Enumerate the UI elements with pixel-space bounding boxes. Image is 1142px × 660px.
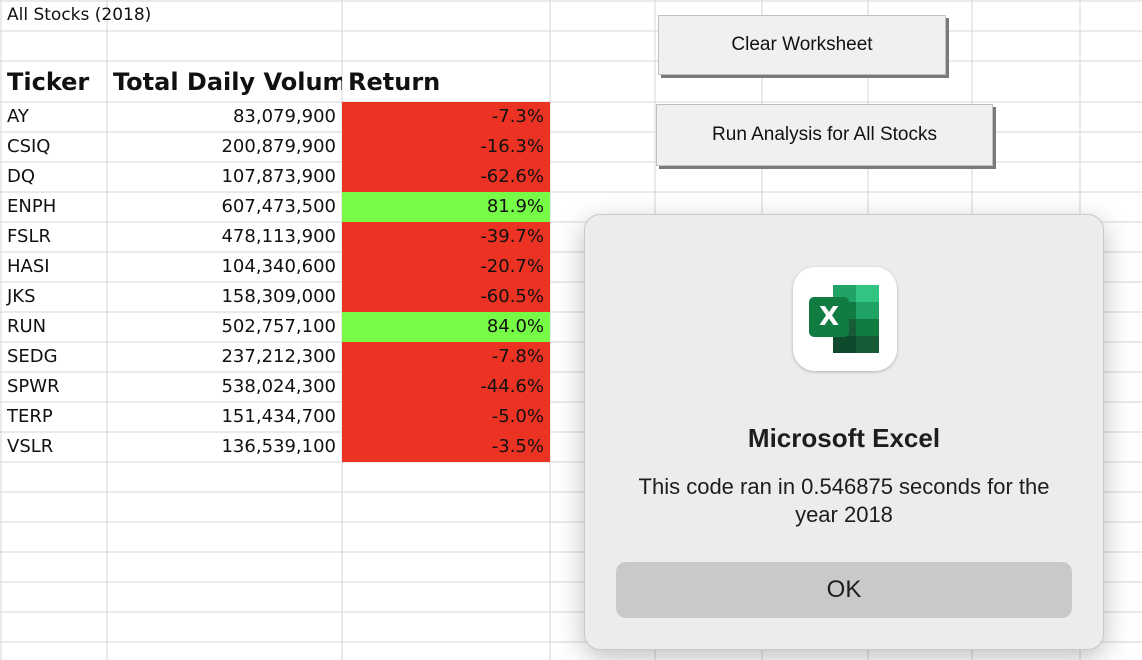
volume-cell[interactable]: 237,212,300 [107,342,342,372]
volume-cell[interactable]: 151,434,700 [107,402,342,432]
header-total-daily-volume[interactable]: Total Daily Volume [107,62,342,102]
clear-worksheet-button[interactable]: Clear Worksheet [658,15,946,75]
ticker-cell[interactable]: FSLR [1,222,106,252]
volume-cell[interactable]: 158,309,000 [107,282,342,312]
return-cell[interactable]: -7.8% [342,342,550,372]
return-cell[interactable]: -5.0% [342,402,550,432]
return-cell[interactable]: -60.5% [342,282,550,312]
ticker-cell[interactable]: RUN [1,312,106,342]
return-cell[interactable]: -3.5% [342,432,550,462]
return-cell[interactable]: 84.0% [342,312,550,342]
volume-cell[interactable]: 200,879,900 [107,132,342,162]
excel-icon-letter: X [819,302,839,332]
ticker-cell[interactable]: TERP [1,402,106,432]
ticker-cell[interactable]: CSIQ [1,132,106,162]
volume-cell[interactable]: 538,024,300 [107,372,342,402]
ticker-cell[interactable]: ENPH [1,192,106,222]
volume-cell[interactable]: 502,757,100 [107,312,342,342]
ok-button[interactable]: OK [616,562,1072,618]
volume-cell[interactable]: 607,473,500 [107,192,342,222]
alert-dialog: X Microsoft Excel This code ran in 0.546… [584,214,1104,650]
run-analysis-button[interactable]: Run Analysis for All Stocks [656,104,993,166]
ticker-cell[interactable]: DQ [1,162,106,192]
volume-cell[interactable]: 478,113,900 [107,222,342,252]
return-cell[interactable]: -44.6% [342,372,550,402]
ticker-cell[interactable]: AY [1,102,106,132]
dialog-title: Microsoft Excel [747,423,941,453]
return-cell[interactable]: 81.9% [342,192,550,222]
ticker-cell[interactable]: SPWR [1,372,106,402]
header-return[interactable]: Return [342,62,550,102]
header-ticker[interactable]: Ticker [1,62,106,102]
sheet-title-cell[interactable]: All Stocks (2018) [1,1,341,30]
volume-cell[interactable]: 83,079,900 [107,102,342,132]
ticker-cell[interactable]: VSLR [1,432,106,462]
volume-cell[interactable]: 136,539,100 [107,432,342,462]
return-cell[interactable]: -7.3% [342,102,550,132]
ticker-cell[interactable]: SEDG [1,342,106,372]
ticker-cell[interactable]: HASI [1,252,106,282]
excel-app-icon: X [793,267,897,371]
volume-cell[interactable]: 107,873,900 [107,162,342,192]
return-cell[interactable]: -39.7% [342,222,550,252]
dialog-message: This code ran in 0.546875 seconds for th… [638,474,1050,527]
return-cell[interactable]: -16.3% [342,132,550,162]
volume-cell[interactable]: 104,340,600 [107,252,342,282]
ticker-cell[interactable]: JKS [1,282,106,312]
return-cell[interactable]: -62.6% [342,162,550,192]
return-cell[interactable]: -20.7% [342,252,550,282]
